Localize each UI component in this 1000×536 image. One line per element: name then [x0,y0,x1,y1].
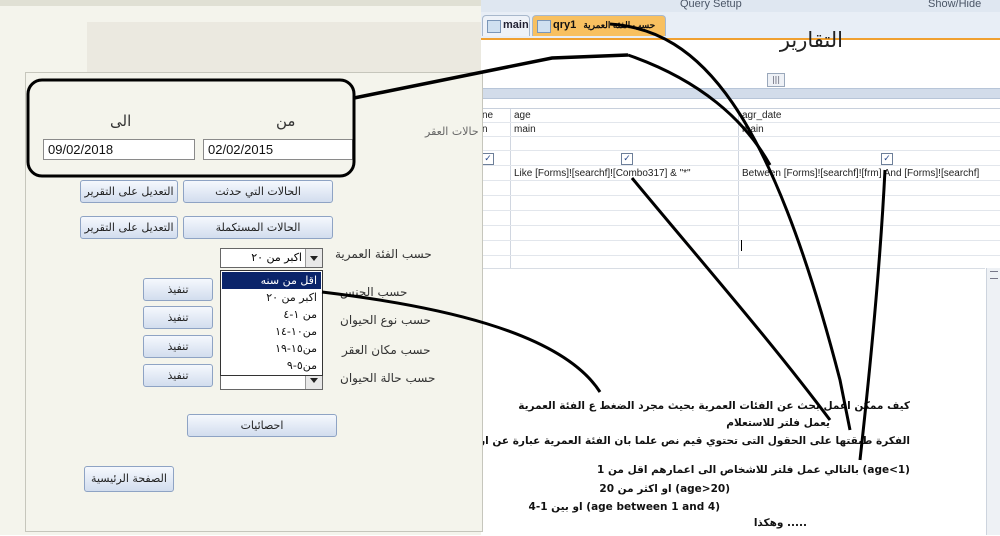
text-cursor [741,240,742,251]
execute-button-1[interactable]: تنفيذ [143,278,213,301]
label-by-animal-type: حسب نوع الحيوان [340,313,431,327]
dropdown-option-3[interactable]: من١٠-١٤ [222,323,321,340]
note-line-4: بالتالي عمل فلتر للاشخاص الى اعمارهم اقل… [597,464,910,476]
show-checkbox-agr-date[interactable]: ✓ [881,153,893,165]
age-dropdown-list: اقل من سنه اكبر من ٢٠ من ١-٤ من١٠-١٤ من١… [220,270,323,376]
document-tab-strip: main qry1 حسب الفئة العمرية [480,12,1000,40]
pane-scroll-thumb[interactable]: ||| [767,73,785,87]
home-page-button[interactable]: الصفحة الرئيسية [84,466,174,492]
chevron-down-icon[interactable] [305,249,322,267]
note-line-2: يعمل فلتر للاستعلام [726,417,830,429]
label-by-animal-status: حسب حالة الحيوان [340,371,436,385]
from-label: من [276,112,296,130]
query-icon [537,20,551,33]
note-line-7: وهكذا ..... [753,517,807,529]
bites-label: حالات العقر [425,125,479,138]
statistics-button[interactable]: احصائيات [187,414,337,437]
age-group-combo[interactable]: اكبر من ٢٠ [220,248,323,268]
age-combo-value: اكبر من ٢٠ [251,251,302,264]
completed-cases-button[interactable]: الحالات المستكملة [183,216,333,239]
grid-criteria-age[interactable]: Like [Forms]![searchf]![Combo317] & "*" [514,168,734,179]
query-design-grid: ne n ✓ age main ✓ Like [Forms]![searchf]… [480,108,1000,269]
edit-report-button-2[interactable]: التعديل على التقرير [80,216,178,239]
occurred-cases-button[interactable]: الحالات التي حدثت [183,180,333,203]
label-by-bite-place: حسب مكان العقر [342,343,431,357]
note-line-3: الفكرة طبقتها على الحقول التى تحتوي قيم … [460,435,910,447]
form-header [87,22,481,74]
label-by-age: حسب الفئة العمرية [335,247,432,261]
pane-splitter[interactable] [480,88,1000,99]
grid-field-age[interactable]: age [514,110,531,121]
to-label: الى [110,112,132,130]
grid-table-agr-date[interactable]: main [742,124,764,135]
tab-main[interactable]: main [482,15,530,36]
note-line-1: كيف ممكن اعمل بحث عن الفئات العمرية بحيث… [518,400,910,412]
scroll-grip-icon [990,271,998,279]
dropdown-option-2[interactable]: من ١-٤ [222,306,321,323]
note-line-5: او اكثر من 20 (age>20) [599,483,730,495]
grid-field-agr-date[interactable]: agr_date [742,110,781,121]
execute-button-4[interactable]: تنفيذ [143,364,213,387]
execute-button-2[interactable]: تنفيذ [143,306,213,329]
show-checkbox-age[interactable]: ✓ [621,153,633,165]
show-hide-group: Show/Hide [928,0,982,10]
note-line-6: او بين 1-4 (age between 1 and 4) [528,501,720,513]
vertical-scrollbar[interactable] [986,268,1000,535]
explanation-panel: كيف ممكن اعمل بحث عن الفئات العمرية بحيث… [461,268,985,536]
dropdown-option-5[interactable]: من٥-٩ [222,357,321,374]
grid-criteria-agr-date[interactable]: Between [Forms]![searchf]![frm] And [For… [742,168,1000,179]
to-date-field[interactable]: 09/02/2018 [43,139,195,160]
table-pane: ||| [480,40,1000,90]
grid-cell-field-head[interactable]: ne [482,110,493,121]
dropdown-option-0[interactable]: اقل من سنه [222,272,321,289]
page-title: التقارير [779,28,843,52]
dropdown-option-4[interactable]: من١٥-١٩ [222,340,321,357]
grid-table-age[interactable]: main [514,124,536,135]
from-date-field[interactable]: 02/02/2015 [203,139,353,160]
table-icon [487,20,501,33]
dropdown-option-1[interactable]: اكبر من ٢٠ [222,289,321,306]
edit-report-button-1[interactable]: التعديل على التقرير [80,180,178,203]
show-checkbox-0[interactable]: ✓ [482,153,494,165]
execute-button-3[interactable]: تنفيذ [143,335,213,358]
form-top-bar [0,0,481,6]
tab-qry1[interactable]: qry1 حسب الفئة العمرية [532,15,666,36]
query-setup-group: Query Setup [680,0,742,10]
label-by-gender: حسب الجنس [340,285,408,299]
